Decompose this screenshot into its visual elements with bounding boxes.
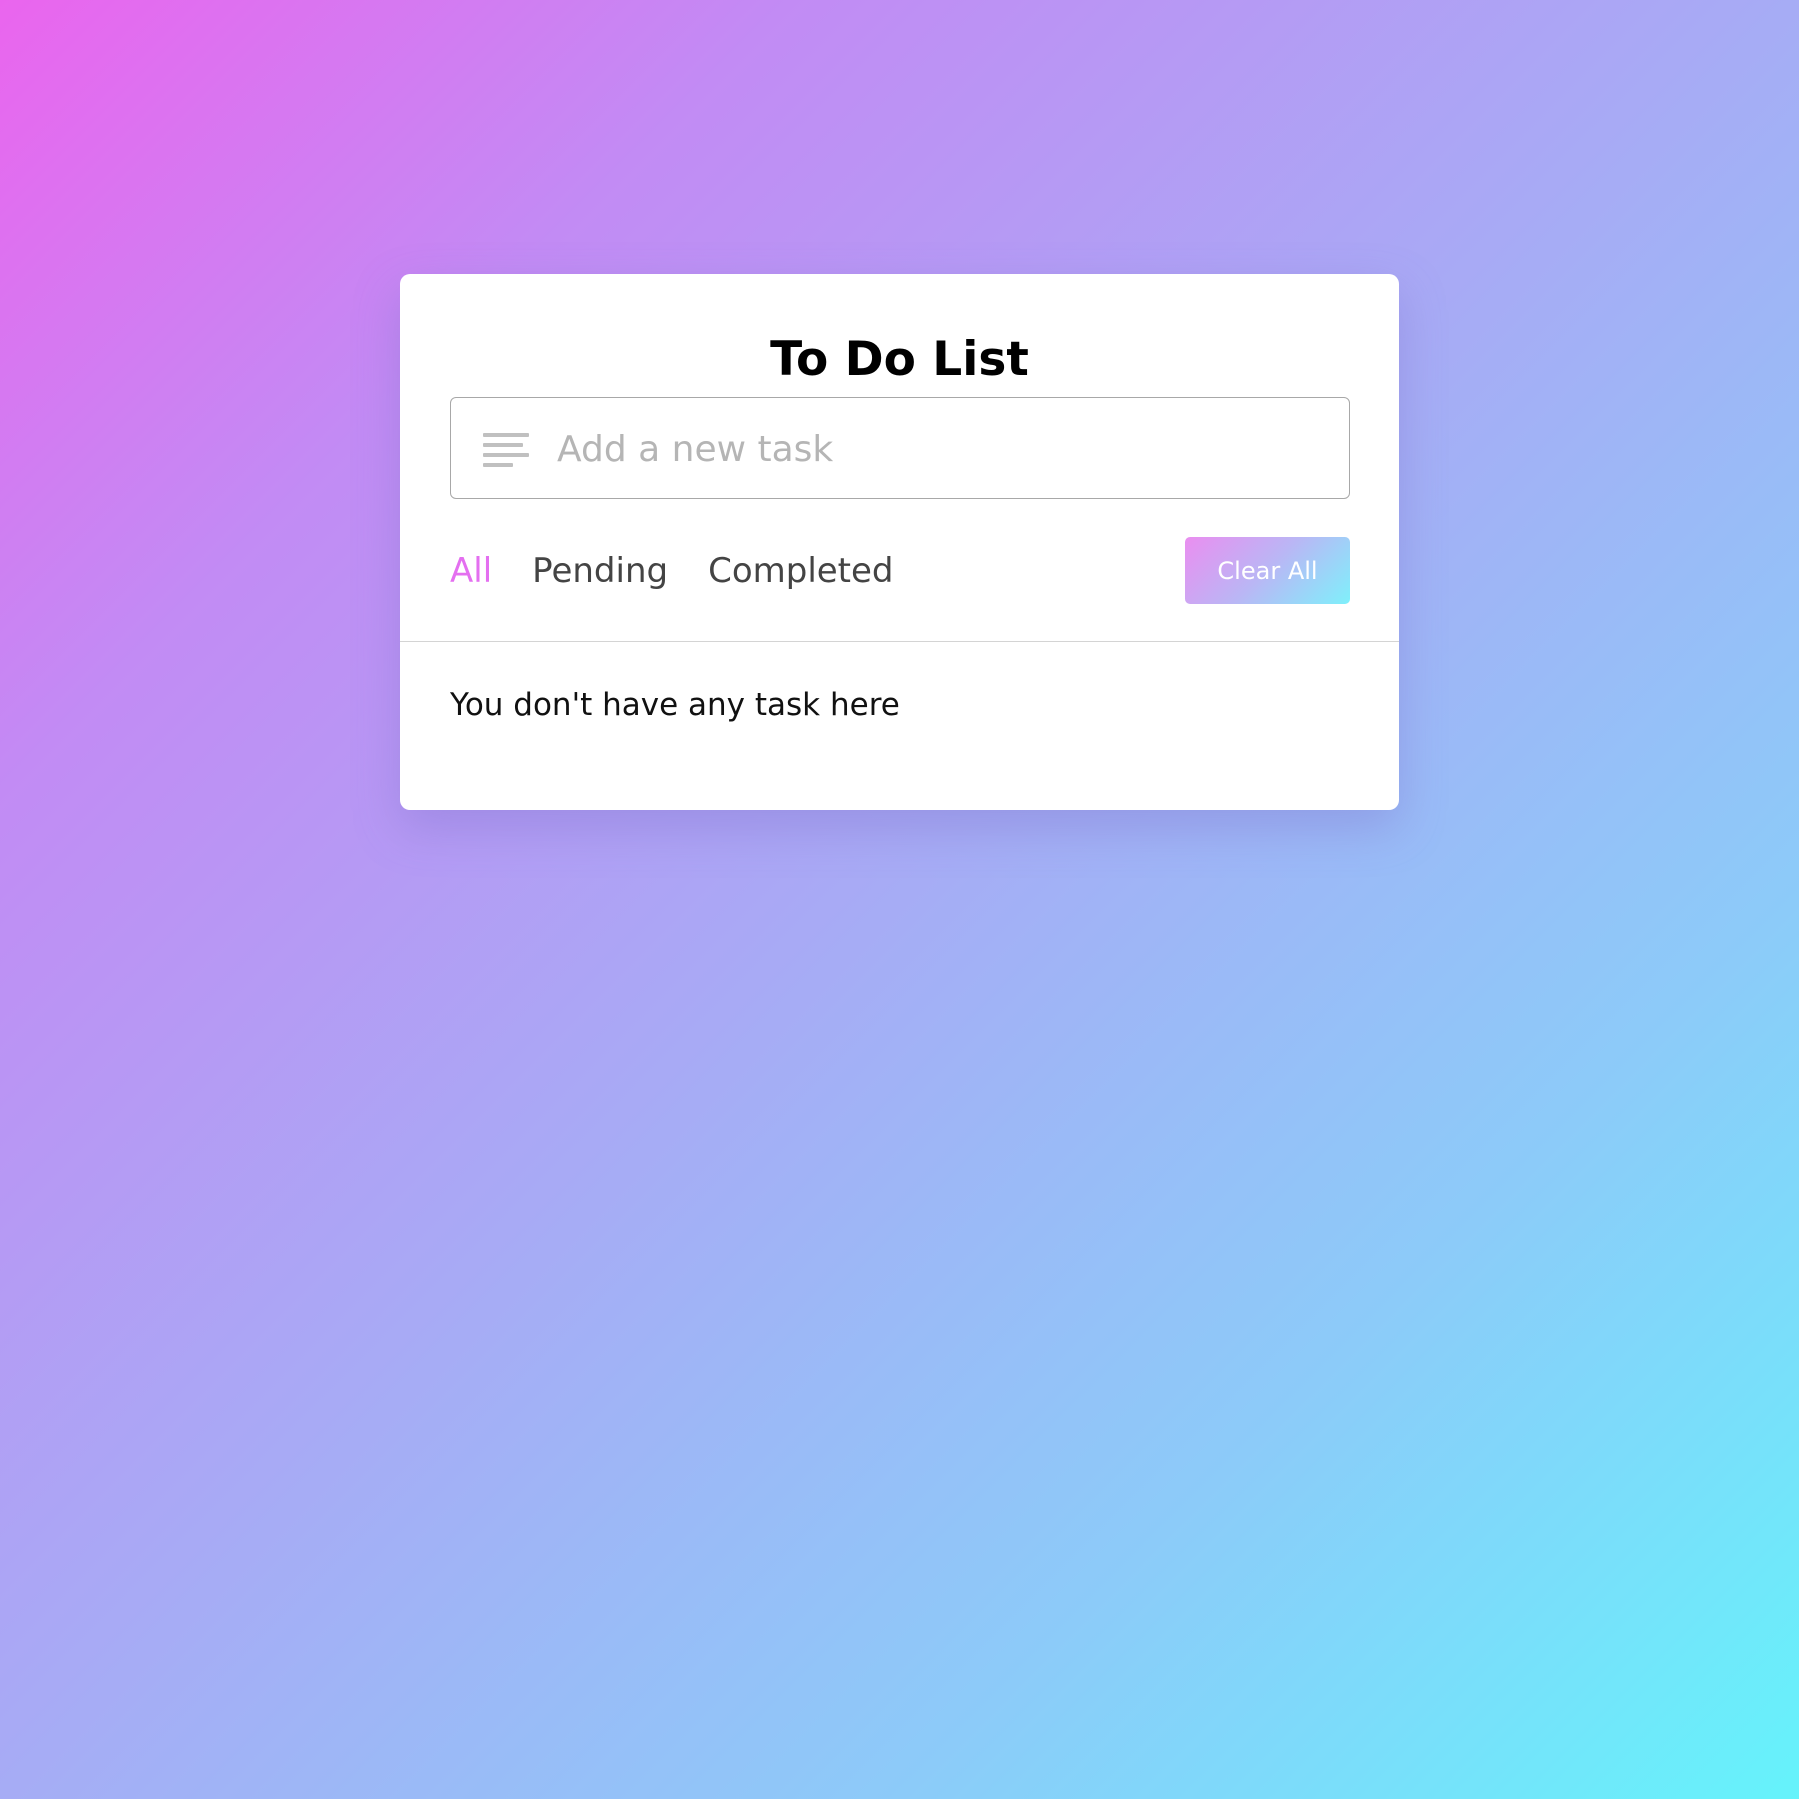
controls-bar: All Pending Completed Clear All — [450, 537, 1350, 605]
divider — [400, 641, 1399, 642]
todo-card: To Do List All Pending Completed Clear A… — [400, 274, 1399, 810]
empty-task-message: You don't have any task here — [450, 687, 900, 723]
filter-tabs: All Pending Completed — [450, 551, 894, 591]
clear-all-button[interactable]: Clear All — [1185, 537, 1350, 604]
task-input[interactable] — [555, 398, 1329, 500]
filter-completed[interactable]: Completed — [708, 551, 893, 591]
filter-pending[interactable]: Pending — [532, 551, 668, 591]
task-input-container[interactable] — [450, 397, 1350, 500]
filter-all[interactable]: All — [450, 551, 492, 591]
app-title: To Do List — [770, 332, 1029, 387]
list-lines-icon — [483, 433, 529, 467]
